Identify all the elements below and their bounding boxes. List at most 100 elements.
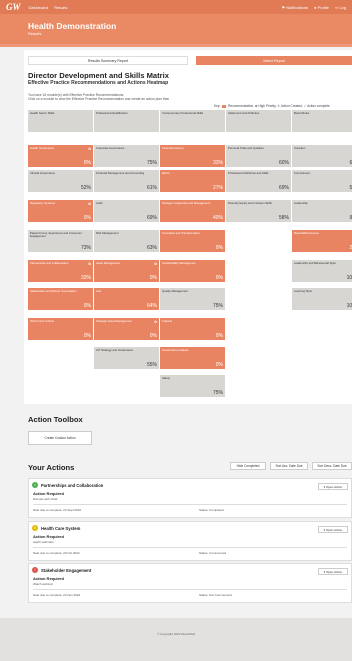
tile-label: Personal Traits and Qualities [228,146,264,150]
tile-label: Learning Style [294,289,312,293]
open-action-button[interactable]: ▾ Open Action [318,568,348,575]
tab-select-report[interactable]: Select Report [196,56,352,65]
tile-label: Risk Management [96,231,119,235]
tile-label: Ethics [162,171,170,175]
heatmap-tile[interactable]: Risk Management 63% [94,230,159,252]
notifications-link[interactable]: ⚑ Notifications [281,5,308,10]
sort-asc-button[interactable]: Sort Asc. Date Due [270,462,308,470]
tile-label: Corporate Governance [96,146,125,150]
open-action-button[interactable]: ▾ Open Action [318,483,348,490]
matrix-info-2: Click on a module to view the Effective … [28,97,170,101]
high-priority-icon: ✿ [154,261,157,266]
heatmap-tile[interactable]: Strategic Asset Management 0% ✿ [94,318,159,340]
heatmap-tile[interactable]: Attainment and Attributes [226,110,291,132]
heatmap-tile[interactable]: Stakeholder and Partner Consultation 0% [28,288,93,310]
tile-label: Social Value Analysis [162,348,189,352]
heatmap-tile[interactable]: Law 64% [94,288,159,310]
tile-percentage: 40% [212,214,223,221]
tile-percentage: 27% [212,184,223,191]
divider [33,589,347,590]
action-module-name: Partnerships and Collaboration [41,483,104,488]
logout-link[interactable]: ⇨ Log [335,5,346,10]
heatmap-tile[interactable]: Financial Management and Accounting 61% [94,170,159,192]
tab-results-summary[interactable]: Results Summary Report [28,56,188,65]
nav-dashboard[interactable]: Dashboard [29,5,49,10]
heatmap-tile[interactable]: Strategic Leadership and Management 40% [160,200,225,222]
heatmap-tile[interactable]: Financial Literacy 33% [160,145,225,167]
heatmap-tile[interactable]: Professional Qualification [94,110,159,132]
heatmap-tile[interactable]: Health Sector Skills [28,110,93,132]
heatmap-tile[interactable]: Induction67 [292,145,352,167]
copyright: © Copyright 2022 DirectWell [157,632,195,636]
heatmap-tile[interactable]: Clinical Governance 52% [28,170,93,192]
tile-label: Clinical Governance [30,171,56,175]
hide-completed-button[interactable]: Hide Completed [230,462,266,470]
legend-action-created: Action Created, [280,104,303,108]
profile-link[interactable]: ● Profile [314,5,329,10]
tile-percentage: 58% [278,214,289,221]
heatmap-tile[interactable]: Professional Attributes and Skills 69% [226,170,291,192]
open-action-button[interactable]: ▾ Open Action [318,526,348,533]
tile-label: Patient Focus, Experience and Consumer E… [30,231,82,239]
tile-percentage: 0% [215,332,223,339]
matrix-title: Director Development and Skills Matrix [28,71,169,80]
tile-label: Professional Qualification [96,111,128,115]
heatmap-tile[interactable]: Leadership92 [292,200,352,222]
status-icon: ↻ [32,525,38,531]
heatmap-tile[interactable]: Safety 75% [160,375,225,397]
divider [33,547,347,548]
action-complete-icon: ✓ [303,104,307,108]
action-required-label: Action Required [33,576,64,581]
logo[interactable]: GW [6,2,21,12]
tile-percentage: 52% [80,184,91,191]
heatmap-tile[interactable]: Ethics 27% [160,170,225,192]
heatmap-tile[interactable]: Regulatory Systems 0% ✿ [28,200,93,222]
status-icon: ! [32,567,38,573]
tile-percentage: 63% [146,244,157,251]
high-priority-icon: ✿ [154,319,157,324]
heatmap-tile[interactable]: Learning Style 100 [292,288,352,310]
heatmap-tile[interactable]: Asset Management 0% ✿ [94,260,159,282]
heatmap-tile[interactable]: Board Effectiveness25 [292,230,352,252]
create-custom-action-button[interactable]: Create Custom Action [28,431,92,445]
tile-label: Stakeholder and Partner Consultation [30,289,77,293]
sort-desc-button[interactable]: Sort Desc. Date Due [312,462,352,470]
heatmap-tile[interactable]: Board Roles [292,110,352,132]
heatmap-tile[interactable]: Cultural 0% [160,318,225,340]
heatmap-tile[interactable]: Sustainability Management 0% [160,260,225,282]
tile-percentage: 0% [83,159,91,166]
legend-recommendation: Recommendation, [228,104,255,108]
heatmap-tile[interactable]: Audit 69% [94,200,159,222]
heatmap-tile[interactable]: Commitment58 [292,170,352,192]
heatmap-tile[interactable]: Corporate Governance 75% [94,145,159,167]
action-required-label: Action Required [33,534,64,539]
heatmap-tile[interactable]: Work Force Culture 0% [28,318,93,340]
heatmap-tile[interactable]: ICT Strategy and Governance 55% [94,347,159,369]
heatmap-tile[interactable]: Health Governance 0% ✿ [28,145,93,167]
toolbox-title: Action Toolbox [28,415,83,424]
tile-percentage: 33% [80,274,91,281]
heatmap-tile[interactable]: Innovation and Transformation 0% [160,230,225,252]
heatmap-tile[interactable]: Personal Traits and Qualities 60% [226,145,291,167]
top-navbar: GW Dashboard Results ⚑ Notifications ● P… [0,0,352,14]
heatmap-tile[interactable]: Social Value Analysis 0% [160,347,225,369]
heatmap-tile[interactable]: Patient Focus, Experience and Consumer E… [28,230,93,252]
heatmap-tile[interactable]: Diversity Equity and Inclusion Skills 58% [226,200,291,222]
nav-results[interactable]: Results [54,5,67,10]
status-icon: ✓ [32,482,38,488]
high-priority-icon: ✿ [88,146,91,151]
high-priority-icon: ✿ [88,201,91,206]
heatmap-tile[interactable]: Quality Management 75% [160,288,225,310]
hero-band [0,44,352,47]
heatmap-tile[interactable]: Leadership and Behavioural Style 100 [292,260,352,282]
footer [0,618,352,661]
tile-percentage: 100 [346,274,352,281]
action-status: Status: Commenced [199,551,227,555]
heatmap-tile[interactable]: Contemporary Professional Skills [160,110,225,132]
recommendation-swatch [222,104,227,108]
divider [33,504,347,505]
heatmap-tile[interactable]: Partnerships and Collaboration 33% ✿ [28,260,93,282]
tile-label: Regulatory Systems [30,201,56,205]
action-note: Watch webinar [33,582,53,586]
tile-percentage: 75% [146,159,157,166]
